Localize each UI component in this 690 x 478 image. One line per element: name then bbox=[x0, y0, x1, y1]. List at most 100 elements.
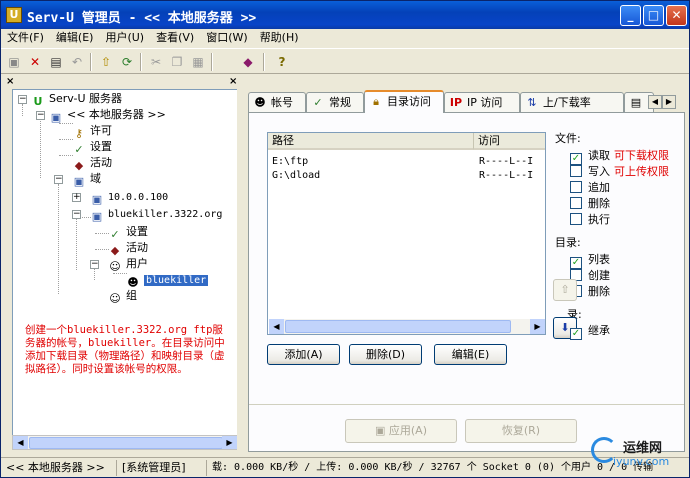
tree-hscrollbar[interactable]: ◀ ▶ bbox=[12, 435, 238, 450]
col-access[interactable]: 访问 bbox=[474, 133, 545, 150]
group-icon: ☺ bbox=[109, 292, 121, 305]
undo-icon[interactable]: ↶ bbox=[68, 53, 86, 71]
toolbar-separator bbox=[140, 53, 142, 71]
append-checkbox[interactable]: 追加 bbox=[570, 181, 610, 195]
menu-view[interactable]: 查看(V) bbox=[150, 29, 200, 46]
tab-scroll-right-icon[interactable]: ▶ bbox=[662, 95, 676, 109]
pane-splitter[interactable] bbox=[237, 76, 241, 456]
scroll-left-icon[interactable]: ◀ bbox=[269, 319, 284, 334]
delete-icon[interactable]: ✕ bbox=[26, 53, 44, 71]
inherit-checkbox[interactable]: ✓ 继承 bbox=[570, 324, 610, 340]
menu-file[interactable]: 文件(F) bbox=[1, 29, 50, 46]
read-checkbox[interactable]: ✓ 读取 可下载权限 bbox=[570, 149, 669, 165]
title-bar[interactable]: U Serv-U 管理员 - << 本地服务器 >> _ □ ✕ bbox=[1, 1, 689, 29]
tree-domain-settings[interactable]: ✓ 设置 bbox=[107, 224, 148, 241]
save-icon[interactable]: ▣ bbox=[5, 53, 23, 71]
menu-user[interactable]: 用户(U) bbox=[99, 29, 150, 46]
new-icon[interactable]: ▤ bbox=[47, 53, 65, 71]
scroll-right-icon[interactable]: ▶ bbox=[530, 319, 545, 334]
tab-account[interactable]: ☻ 帐号 bbox=[248, 92, 306, 112]
help-icon[interactable]: ? bbox=[273, 53, 291, 71]
restore-button[interactable]: 恢复(R) bbox=[465, 419, 577, 443]
collapse-icon[interactable]: − bbox=[54, 175, 63, 184]
delete-button[interactable]: 删除(D) bbox=[349, 344, 422, 365]
apply-icon: ▣ bbox=[375, 424, 389, 437]
menu-edit[interactable]: 编辑(E) bbox=[50, 29, 100, 46]
tree-local-server[interactable]: ▣ << 本地服务器 >> bbox=[48, 107, 166, 124]
main-window: U Serv-U 管理员 - << 本地服务器 >> _ □ ✕ 文件(F) 编辑… bbox=[0, 0, 690, 478]
expand-icon[interactable]: + bbox=[72, 193, 81, 202]
row-1-access[interactable]: R----L--I bbox=[479, 155, 533, 169]
move-up-button[interactable]: ⇧ bbox=[553, 279, 577, 301]
cut-icon[interactable]: ✂ bbox=[147, 53, 165, 71]
edit-button[interactable]: 编辑(E) bbox=[434, 344, 507, 365]
menu-window[interactable]: 窗口(W) bbox=[200, 29, 253, 46]
checkbox-box: ✓ bbox=[570, 153, 582, 165]
status-server: << 本地服务器 >> bbox=[3, 460, 117, 476]
pane-close-icon[interactable]: × bbox=[6, 76, 14, 87]
tree-domain-activity[interactable]: ◆ 活动 bbox=[107, 240, 148, 257]
tab-dir-access[interactable]: 🔒︎ 目录访问 bbox=[364, 90, 444, 113]
book-icon[interactable]: ◆ bbox=[239, 53, 257, 71]
tree-root[interactable]: U Serv-U 服务器 bbox=[30, 91, 122, 108]
tab-ratio[interactable]: ⇅ 上/下载率 bbox=[520, 92, 624, 112]
domain-icon: ▣ bbox=[73, 175, 85, 188]
computer-icon: ▣ bbox=[91, 193, 103, 206]
app-icon: U bbox=[6, 7, 22, 23]
apply-button[interactable]: ▣ 应用(A) bbox=[345, 419, 457, 443]
toolbar-separator bbox=[90, 53, 92, 71]
tab-scroll-left-icon[interactable]: ◀ bbox=[648, 95, 662, 109]
checkbox-box: ✓ bbox=[570, 328, 582, 340]
maximize-button[interactable]: □ bbox=[643, 5, 664, 26]
lock-icon: 🔒︎ bbox=[373, 95, 379, 108]
copy-icon[interactable]: ❐ bbox=[168, 53, 186, 71]
paste-icon[interactable]: ▦ bbox=[189, 53, 207, 71]
collapse-icon[interactable]: − bbox=[18, 95, 27, 104]
tree-groups[interactable]: ☺ 组 bbox=[107, 288, 137, 305]
collapse-icon[interactable]: − bbox=[72, 210, 81, 219]
scroll-right-icon[interactable]: ▶ bbox=[222, 436, 237, 449]
refresh-icon[interactable]: ⟳ bbox=[118, 53, 136, 71]
checkbox-box bbox=[570, 197, 582, 209]
list-hscrollbar[interactable]: ◀ ▶ bbox=[269, 319, 545, 334]
server-tree[interactable]: − U Serv-U 服务器 − ▣ << 本地服务器 >> ⚷ 许可 ✓ 设置 ◆ 活动… bbox=[12, 89, 238, 437]
minimize-button[interactable]: _ bbox=[620, 5, 641, 26]
row-1-path[interactable]: E:\ftp bbox=[272, 155, 308, 169]
scroll-left-icon[interactable]: ◀ bbox=[13, 436, 28, 449]
list-checkbox[interactable]: ✓ 列表 bbox=[570, 253, 610, 269]
row-2-access[interactable]: R----L--I bbox=[479, 169, 533, 183]
tree-license[interactable]: ⚷ 许可 bbox=[71, 123, 112, 140]
tab-general[interactable]: ✓ 常规 bbox=[306, 92, 364, 112]
collapse-icon[interactable]: − bbox=[36, 111, 45, 120]
close-button[interactable]: ✕ bbox=[666, 5, 687, 26]
computer-icon: ▣ bbox=[50, 111, 62, 124]
tree-domains[interactable]: ▣ 域 bbox=[71, 171, 101, 188]
folder-up-icon[interactable]: ⇧ bbox=[97, 53, 115, 71]
execute-checkbox[interactable]: 执行 bbox=[570, 213, 610, 227]
col-path[interactable]: 路径 bbox=[268, 133, 474, 150]
tree-domain-ip[interactable]: ▣ 10.0.0.100 bbox=[89, 189, 168, 206]
add-button[interactable]: 添加(A) bbox=[267, 344, 340, 365]
menu-help[interactable]: 帮助(H) bbox=[254, 29, 305, 46]
arrow-up-icon: ⇧ bbox=[560, 283, 570, 296]
ip-icon: IP bbox=[449, 96, 463, 109]
delete-file-checkbox[interactable]: 删除 bbox=[570, 197, 610, 211]
write-checkbox[interactable]: 写入 可上传权限 bbox=[570, 165, 669, 179]
checkbox-box bbox=[570, 213, 582, 225]
tree-user-bluekiller[interactable]: ☻ bluekiller bbox=[125, 272, 209, 289]
tree-activity[interactable]: ◆ 活动 bbox=[71, 155, 112, 172]
general-icon: ✓ bbox=[313, 96, 323, 109]
row-2-path[interactable]: G:\dload bbox=[272, 169, 320, 183]
tab-ip-access[interactable]: IP IP 访问 bbox=[444, 92, 520, 112]
arrow-down-icon: ⬇ bbox=[560, 321, 570, 334]
tree-settings[interactable]: ✓ 设置 bbox=[71, 139, 112, 156]
scroll-thumb[interactable] bbox=[29, 437, 223, 449]
transfer-icon: ⇅ bbox=[527, 96, 537, 109]
annotation-note: 创建一个bluekiller.3322.org ftp服务器的帐号，blueki… bbox=[25, 324, 225, 375]
files-group-title: 文件: bbox=[555, 132, 581, 145]
dir-access-list[interactable]: 路径 访问 E:\ftp R----L--I G:\dload R----L--… bbox=[267, 132, 546, 335]
tree-users[interactable]: ☺ 用户 bbox=[107, 256, 148, 273]
scroll-thumb[interactable] bbox=[285, 320, 511, 333]
tree-domain-bluekiller[interactable]: ▣ bluekiller.3322.org bbox=[89, 206, 223, 223]
collapse-icon[interactable]: − bbox=[90, 260, 99, 269]
